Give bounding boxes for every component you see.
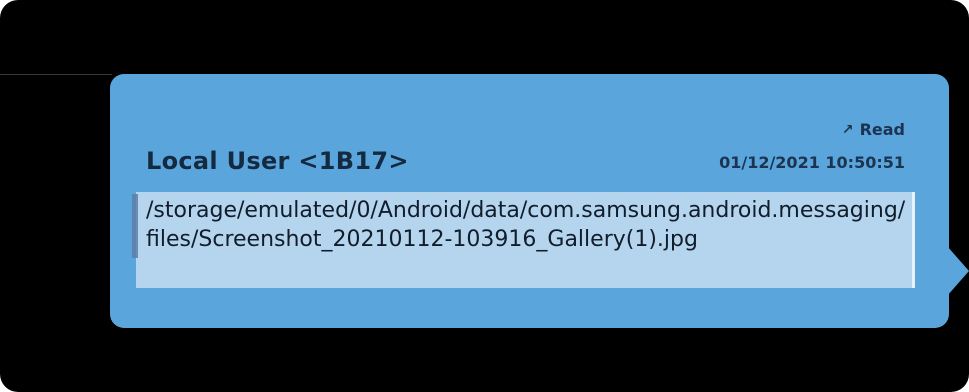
message-bubble[interactable]: ↗ Read Local User <1B17> 01/12/2021 10:5… xyxy=(110,74,949,328)
arrow-up-right-icon: ↗ xyxy=(841,121,854,138)
sender-name: Local User <1B17> xyxy=(146,147,409,175)
divider xyxy=(0,74,112,75)
screen-frame: ↗ Read Local User <1B17> 01/12/2021 10:5… xyxy=(0,0,969,392)
read-status-label: Read xyxy=(859,120,905,139)
message-body-text[interactable]: /storage/emulated/0/Android/data/com.sam… xyxy=(146,196,906,254)
message-timestamp: 01/12/2021 10:50:51 xyxy=(719,153,905,172)
message-body-box[interactable]: /storage/emulated/0/Android/data/com.sam… xyxy=(132,192,915,288)
text-cursor xyxy=(132,194,138,258)
bubble-tail xyxy=(947,246,969,296)
read-status: ↗ Read xyxy=(842,120,905,139)
